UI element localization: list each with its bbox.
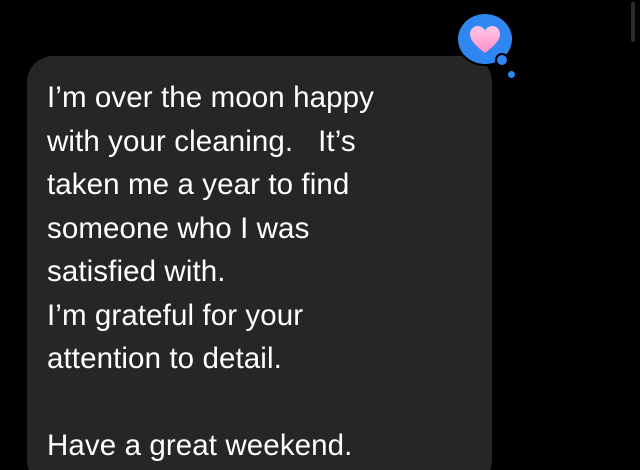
message-line: I’m over the moon happy — [47, 81, 374, 114]
message-line: attention to detail. — [47, 342, 282, 375]
scroll-indicator — [631, 2, 635, 42]
tapback-tail-small — [507, 70, 516, 79]
message-bubble[interactable]: I’m over the moon happy with your cleani… — [27, 56, 492, 470]
message-line: taken me a year to find — [47, 168, 350, 201]
heart-icon — [470, 26, 500, 53]
tapback-reaction[interactable] — [456, 12, 518, 79]
message-line: satisfied with. — [47, 255, 226, 288]
message-line: Have a great weekend. — [47, 429, 353, 462]
message-line — [47, 381, 474, 425]
tapback-tail-large — [495, 53, 509, 67]
messages-screen: I’m over the moon happy with your cleani… — [0, 0, 640, 470]
message-line: with your cleaning. It’s — [47, 124, 356, 158]
message-line: someone who I was — [47, 211, 310, 245]
message-line: I’m grateful for your — [47, 298, 304, 332]
